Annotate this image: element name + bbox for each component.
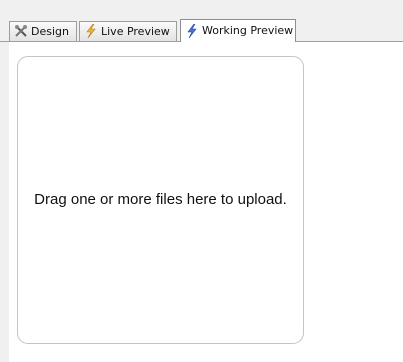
tab-live-preview[interactable]: Live Preview bbox=[79, 21, 177, 41]
file-drop-zone[interactable]: Drag one or more files here to upload. bbox=[17, 56, 304, 344]
lightning-icon bbox=[86, 24, 96, 38]
tab-design[interactable]: Design bbox=[9, 21, 77, 41]
tab-working-preview[interactable]: Working Preview bbox=[180, 19, 296, 42]
design-tools-icon bbox=[15, 25, 27, 37]
preview-panel: Drag one or more files here to upload. bbox=[9, 42, 403, 362]
lightning-blue-icon bbox=[187, 24, 197, 38]
tab-live-preview-label: Live Preview bbox=[101, 25, 170, 38]
tab-design-label: Design bbox=[31, 25, 69, 38]
view-tab-strip: Design Live Preview Working Preview bbox=[0, 0, 403, 43]
drop-zone-message: Drag one or more files here to upload. bbox=[34, 191, 287, 208]
tab-working-preview-label: Working Preview bbox=[202, 24, 294, 37]
